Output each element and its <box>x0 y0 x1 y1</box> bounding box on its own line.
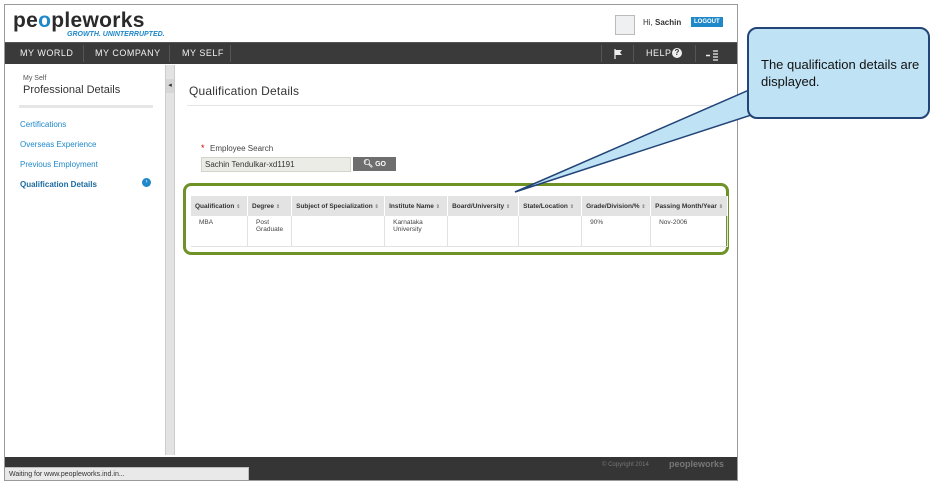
callout-box: The qualification details are displayed. <box>747 27 930 119</box>
callout-text: The qualification details are displayed. <box>761 57 920 89</box>
